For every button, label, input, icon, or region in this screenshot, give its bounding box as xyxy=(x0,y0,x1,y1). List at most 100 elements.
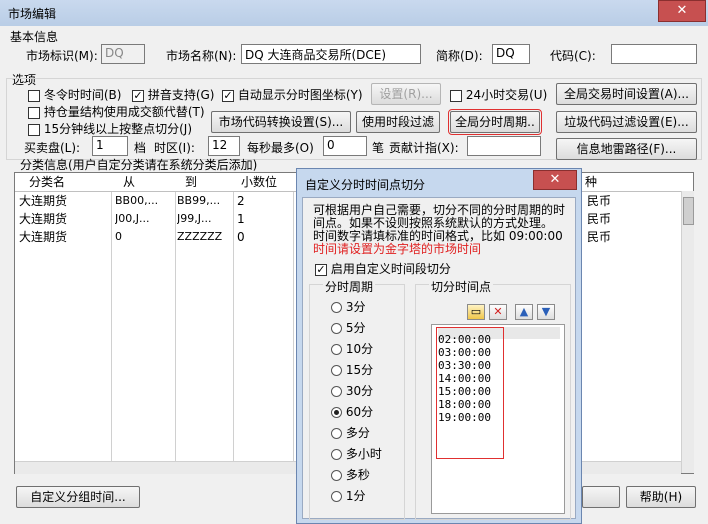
radio-30min[interactable]: 30分 xyxy=(331,382,382,403)
cell-name: 大连期货 xyxy=(19,194,68,208)
enable-custom-split-checkbox[interactable]: ✓ 启用自定义时间段切分 xyxy=(315,260,451,277)
cell-to: J99,J... xyxy=(177,212,212,225)
col-header-to[interactable]: 到 xyxy=(185,173,197,191)
timezone-label: 时区(I): xyxy=(154,141,195,155)
warning-text: 时间请设置为金字塔的市场时间 xyxy=(313,242,482,256)
period-group-label: 分时周期 xyxy=(323,278,376,295)
col-header-name[interactable]: 分类名 xyxy=(29,173,65,191)
pinyin-checkbox[interactable]: ✓ 拼音支持(G) xyxy=(132,86,215,103)
auto-show-checkbox[interactable]: ✓ 自动显示分时图坐标(Y) xyxy=(222,86,363,103)
winter-time-checkbox[interactable]: 冬令时时间(B) xyxy=(28,86,121,103)
cell-currency: 民币 xyxy=(587,194,612,208)
holding-checkbox[interactable]: 持仓量结构使用成交额代替(T) xyxy=(28,103,205,120)
bid-ask-field[interactable]: 1 xyxy=(92,136,128,156)
radio-15min[interactable]: 15分 xyxy=(331,361,382,382)
min15-checkbox[interactable]: 15分钟线以上按整点切分(J) xyxy=(28,120,192,137)
per-second-label: 每秒最多(O) xyxy=(247,141,314,155)
cell-name: 大连期货 xyxy=(19,230,68,244)
code-field[interactable] xyxy=(611,44,697,64)
dialog-title: 自定义分时时间点切分 xyxy=(305,178,426,192)
dialog-body: 可根据用户自己需要，切分不同的分时周期的时 间点。如果不设则按照系统默认的方式处… xyxy=(302,197,576,520)
radio-icon xyxy=(331,365,342,376)
help-button[interactable]: 帮助(H) xyxy=(626,486,696,508)
title-bar[interactable]: 市场编辑 ✕ xyxy=(0,0,708,26)
contrib-label: 贡献计指(X): xyxy=(389,141,459,155)
radio-label: 10分 xyxy=(345,342,374,356)
contrib-field[interactable] xyxy=(467,136,541,156)
radio-icon xyxy=(331,386,342,397)
market-id-label: 市场标识(M): xyxy=(26,49,98,63)
close-button[interactable]: ✕ xyxy=(658,0,706,22)
list-item[interactable]: 15:00:00 xyxy=(438,385,491,398)
dialog-close-button[interactable]: ✕ xyxy=(533,170,577,190)
use-period-filter-button[interactable]: 使用时段过滤 xyxy=(356,111,440,133)
radio-label: 5分 xyxy=(345,321,366,335)
global-trade-time-button[interactable]: 全局交易时间设置(A)... xyxy=(556,83,697,105)
market-name-field[interactable]: DQ 大连商品交易所(DCE) xyxy=(241,44,421,64)
24h-trading-checkbox[interactable]: 24小时交易(U) xyxy=(450,86,547,103)
list-item[interactable]: 03:00:00 xyxy=(438,346,491,359)
category-caption: 分类信息(用户自定分类请在系统分类后添加) xyxy=(20,158,258,172)
min15-check-icon xyxy=(28,123,40,136)
col-header-decimals[interactable]: 小数位 xyxy=(241,173,277,191)
hidden-button[interactable] xyxy=(582,486,620,508)
settings-button[interactable]: 设置(R)... xyxy=(371,83,441,105)
cell-from: 0 xyxy=(115,230,122,243)
time-split-dialog: 自定义分时时间点切分 ✕ 可根据用户自己需要，切分不同的分时周期的时 间点。如果… xyxy=(296,168,582,524)
24h-check-icon xyxy=(450,89,462,102)
cell-decimals: 2 xyxy=(237,194,245,208)
auto-show-check-icon: ✓ xyxy=(222,88,234,102)
min15-label: 15分钟线以上按整点切分(J) xyxy=(43,122,193,136)
global-period-button[interactable]: 全局分时周期.. xyxy=(448,109,542,135)
custom-group-time-button[interactable]: 自定义分组时间... xyxy=(16,486,140,508)
per-second-field[interactable]: 0 xyxy=(323,136,367,156)
radio-5min[interactable]: 5分 xyxy=(331,319,382,340)
period-radio-list: 3分 5分 10分 15分 30分 60分 多分 多小时 多秒 1分 xyxy=(331,298,382,508)
holding-label: 持仓量结构使用成交额代替(T) xyxy=(43,105,205,119)
short-name-field[interactable]: DQ xyxy=(492,44,530,64)
market-name-label: 市场名称(N): xyxy=(166,49,237,63)
radio-label: 多秒 xyxy=(345,468,370,482)
short-name-label: 简称(D): xyxy=(436,49,483,63)
radio-label: 15分 xyxy=(345,363,374,377)
col-header-currency[interactable]: 种 xyxy=(585,173,597,191)
split-points-list[interactable]: 02:00:00 03:00:00 03:30:00 14:00:00 15:0… xyxy=(431,324,565,514)
junk-code-filter-button[interactable]: 垃圾代码过滤设置(E)... xyxy=(556,111,697,133)
radio-label: 多小时 xyxy=(345,447,382,461)
scrollbar-thumb[interactable] xyxy=(683,197,694,225)
radio-10min[interactable]: 10分 xyxy=(331,340,382,361)
radio-3min[interactable]: 3分 xyxy=(331,298,382,319)
pinyin-check-icon: ✓ xyxy=(132,88,144,102)
list-item[interactable]: 03:30:00 xyxy=(438,359,491,372)
radio-label: 30分 xyxy=(345,384,374,398)
market-code-convert-button[interactable]: 市场代码转换设置(S)... xyxy=(211,111,351,133)
cell-to: BB99,... xyxy=(177,194,221,207)
list-item[interactable]: 02:00:00 xyxy=(438,333,491,346)
basic-info-group-label: 基本信息 xyxy=(10,30,59,44)
cell-from: BB00,... xyxy=(115,194,159,207)
radio-60min[interactable]: 60分 xyxy=(331,403,382,424)
delete-icon[interactable]: ✕ xyxy=(489,304,507,320)
new-folder-icon[interactable]: ▭ xyxy=(467,304,485,320)
timezone-field[interactable]: 12 xyxy=(208,136,240,156)
radio-multi-sec[interactable]: 多秒 xyxy=(331,466,382,487)
radio-1min[interactable]: 1分 xyxy=(331,487,382,508)
cell-currency: 民币 xyxy=(587,212,612,226)
24h-trading-label: 24小时交易(U) xyxy=(465,88,548,102)
market-id-field[interactable]: DQ xyxy=(101,44,145,64)
list-item[interactable]: 19:00:00 xyxy=(438,411,491,424)
move-up-icon[interactable]: ▲ xyxy=(515,304,533,320)
cell-currency: 民币 xyxy=(587,230,612,244)
radio-multi-hour[interactable]: 多小时 xyxy=(331,445,382,466)
col-header-from[interactable]: 从 xyxy=(123,173,135,191)
cell-decimals: 1 xyxy=(237,212,245,226)
table-scrollbar[interactable] xyxy=(681,191,694,473)
list-item[interactable]: 18:00:00 xyxy=(438,398,491,411)
radio-multi-min[interactable]: 多分 xyxy=(331,424,382,445)
list-item[interactable]: 14:00:00 xyxy=(438,372,491,385)
points-items: 02:00:00 03:00:00 03:30:00 14:00:00 15:0… xyxy=(438,333,491,424)
move-down-icon[interactable]: ▼ xyxy=(537,304,555,320)
info-mine-path-button[interactable]: 信息地雷路径(F)... xyxy=(556,138,697,160)
bid-ask-unit: 档 xyxy=(134,141,147,155)
enable-custom-split-label: 启用自定义时间段切分 xyxy=(330,262,451,276)
